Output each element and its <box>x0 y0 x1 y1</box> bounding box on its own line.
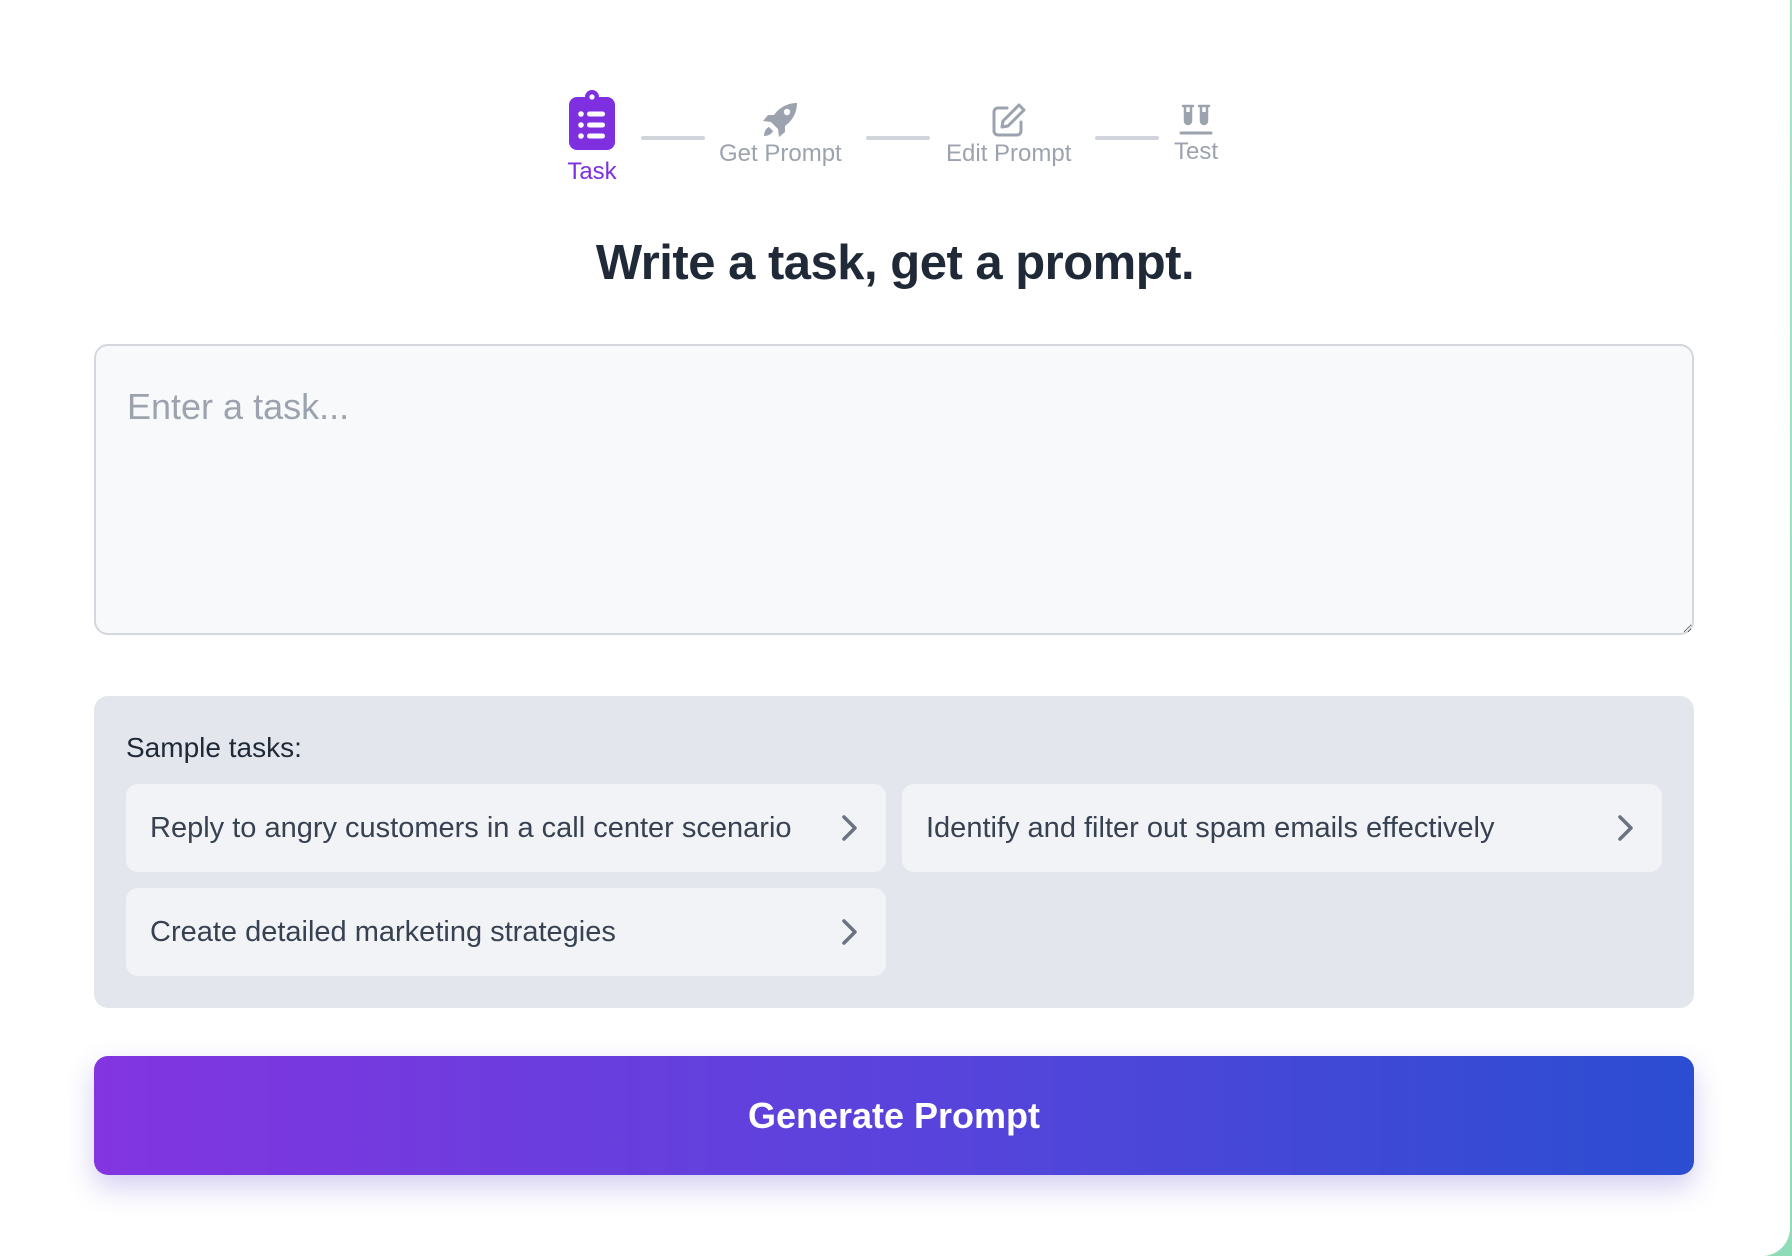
sample-task-item[interactable]: Identify and filter out spam emails effe… <box>902 784 1662 872</box>
step-label: Edit Prompt <box>946 140 1072 167</box>
sample-tasks-panel: Sample tasks: Reply to angry customers i… <box>94 696 1694 1008</box>
task-input[interactable] <box>94 344 1694 635</box>
sample-task-item[interactable]: Create detailed marketing strategies <box>126 888 886 976</box>
step-get-prompt[interactable]: Get Prompt <box>719 102 842 168</box>
step-test[interactable]: Test <box>1174 104 1218 166</box>
step-task[interactable]: Task <box>566 90 618 186</box>
chevron-right-icon <box>842 815 857 841</box>
chevron-right-icon <box>1618 815 1633 841</box>
stepper: Task Get Prompt Edit Prompt Test <box>0 90 1790 190</box>
step-label: Task <box>567 158 617 185</box>
clipboard-list-icon <box>569 90 615 150</box>
step-label: Test <box>1174 138 1219 165</box>
generate-prompt-button[interactable]: Generate Prompt <box>94 1056 1694 1175</box>
sample-task-item[interactable]: Reply to angry customers in a call cente… <box>126 784 886 872</box>
sample-task-label: Reply to angry customers in a call cente… <box>150 811 792 844</box>
step-connector <box>1095 136 1159 140</box>
step-label: Get Prompt <box>719 140 842 167</box>
sample-tasks-title: Sample tasks: <box>126 732 302 763</box>
rocket-icon <box>763 103 798 137</box>
sample-task-label: Create detailed marketing strategies <box>150 915 616 948</box>
sample-task-label: Identify and filter out spam emails effe… <box>926 811 1495 844</box>
main-card: Task Get Prompt Edit Prompt Test Write a… <box>0 0 1790 1256</box>
step-connector <box>641 136 705 140</box>
edit-icon <box>992 103 1026 137</box>
test-tubes-icon <box>1179 104 1213 135</box>
chevron-right-icon <box>842 919 857 945</box>
page-title: Write a task, get a prompt. <box>595 236 1195 290</box>
step-edit-prompt[interactable]: Edit Prompt <box>946 102 1071 168</box>
step-connector <box>866 136 930 140</box>
